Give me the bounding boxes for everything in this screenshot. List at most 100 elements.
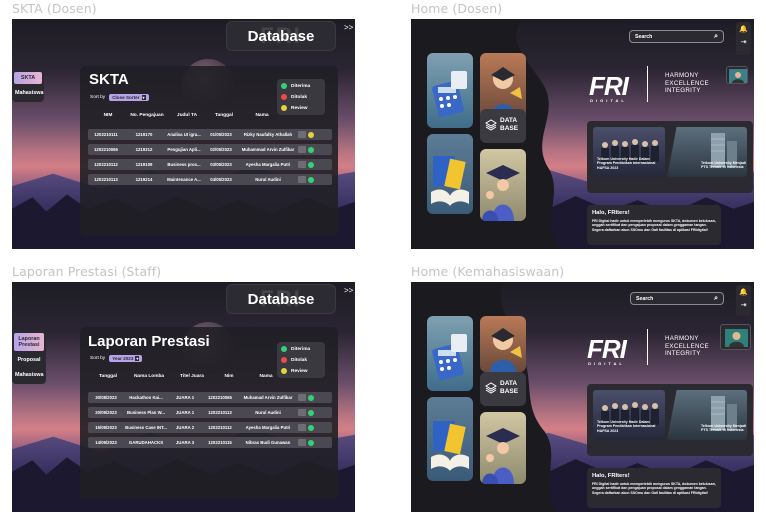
database-header: FRI Database bbox=[226, 21, 336, 51]
sidebar-item-mahasiswa[interactable]: Mahasiswa bbox=[14, 369, 44, 381]
avatar[interactable] bbox=[726, 66, 748, 84]
table-header: NIM No. Pengajuan Judul TA Tanggal Nama bbox=[103, 113, 269, 118]
action-icon[interactable] bbox=[298, 394, 306, 401]
logout-icon[interactable]: ⇥ bbox=[739, 301, 748, 310]
table-row[interactable]: 1202210113 1219214 Maintenance A... 04/05/2… bbox=[88, 174, 332, 185]
status-dot bbox=[308, 394, 314, 401]
search-input[interactable]: Search ⌕ bbox=[630, 292, 724, 305]
table-body: 30/08/2023 Hackathon Kai... JUARA 1 1202210… bbox=[88, 392, 332, 448]
sort-control: Sort by Close Sorter ▾ bbox=[90, 94, 149, 101]
sidebar-item-proposal[interactable]: Proposal bbox=[14, 354, 44, 366]
sidebar: SKTA Mahasiswa bbox=[12, 69, 44, 102]
tile-student[interactable] bbox=[480, 316, 526, 372]
database-icon bbox=[485, 382, 497, 394]
logout-icon[interactable]: ⇥ bbox=[739, 38, 748, 47]
sort-control: Sort by Year 2023 ▾ bbox=[90, 355, 143, 362]
label-skta: SKTA (Dosen) bbox=[12, 1, 97, 16]
fri-logo: FRI DIGITAL bbox=[589, 71, 629, 103]
tile-graduation[interactable] bbox=[480, 149, 526, 221]
tile-books[interactable] bbox=[427, 134, 473, 214]
action-icon[interactable] bbox=[298, 424, 306, 431]
status-dot bbox=[308, 409, 314, 416]
avatar[interactable] bbox=[720, 324, 751, 350]
graduation-icon bbox=[482, 165, 520, 221]
calculator-icon bbox=[432, 71, 467, 118]
student-icon bbox=[490, 328, 522, 372]
home-kema-frame: DATA BASE Search ⌕ 🔔 ⇥ FRI DIGITAL HARMONY E… bbox=[411, 282, 754, 512]
tagline: HARMONY EXCELLENCE INTEGRITY bbox=[665, 72, 709, 94]
legend-ditolak: Ditolak bbox=[281, 357, 321, 363]
sidebar-item-skta[interactable]: SKTA bbox=[14, 72, 42, 84]
bell-icon[interactable]: 🔔 bbox=[739, 25, 748, 34]
table-row[interactable]: 1202210111 1219170 Analisa UI igra... 01/05… bbox=[88, 129, 332, 140]
status-dot bbox=[308, 131, 314, 138]
tile-calculator[interactable] bbox=[427, 53, 473, 128]
tile-graduation[interactable] bbox=[480, 412, 526, 484]
news-caption-1: Telkom University Hadir Dalam Program Pe… bbox=[597, 157, 656, 170]
news-caption-1: Telkom University Hadir Dalam Program Pe… bbox=[597, 420, 656, 433]
right-toolbar: 🔔 ⇥ bbox=[736, 285, 751, 316]
sort-select[interactable]: Year 2023 ▾ bbox=[109, 355, 143, 362]
home-dosen-frame: DATA BASE Search ⌕ 🔔 ⇥ FRI DIGITAL HARMONY E… bbox=[411, 19, 754, 249]
status-dot bbox=[308, 146, 314, 153]
status-legend: Diterima Ditolak Review bbox=[277, 342, 325, 378]
label-home-kema: Home (Kemahasiswaan) bbox=[411, 264, 565, 279]
table-row[interactable]: 20/09/2023 Business Plan W... JUARA 1 12022… bbox=[88, 407, 332, 418]
calculator-icon bbox=[432, 334, 467, 381]
action-icon[interactable] bbox=[298, 146, 306, 153]
sort-select[interactable]: Close Sorter ▾ bbox=[109, 94, 149, 101]
tile-calculator[interactable] bbox=[427, 316, 473, 391]
database-tile[interactable]: DATA BASE bbox=[480, 109, 526, 143]
database-icon bbox=[485, 119, 497, 131]
table-row[interactable]: 1202210112 1219109 Business pros... 03/05/2… bbox=[88, 159, 332, 170]
tagline: HARMONY EXCELLENCE INTEGRITY bbox=[665, 335, 709, 357]
label-laporan: Laporan Prestasi (Staff) bbox=[12, 264, 162, 279]
sidebar-item-laporan[interactable]: Laporan Prestasi bbox=[14, 333, 44, 351]
right-toolbar: 🔔 ⇥ bbox=[736, 22, 751, 55]
search-icon: ⌕ bbox=[714, 294, 718, 302]
news-caption-2: Telkom University Menjadi PTS Terbaik di… bbox=[701, 424, 747, 433]
table-body: 1202210111 1219170 Analisa UI igra... 01/05… bbox=[88, 129, 332, 185]
laporan-frame: FRI Database >> Laporan Prestasi Proposa… bbox=[12, 282, 355, 512]
search-icon: ⌕ bbox=[714, 32, 718, 40]
action-icon[interactable] bbox=[298, 161, 306, 168]
greeting-card: Halo, FRIters! FRI Digital hadir untuk m… bbox=[587, 205, 721, 245]
action-icon[interactable] bbox=[298, 131, 306, 138]
bell-icon[interactable]: 🔔 bbox=[739, 288, 748, 297]
sidebar: Laporan Prestasi Proposal Mahasiswa bbox=[12, 330, 46, 384]
chevron-down-icon: ▾ bbox=[141, 95, 146, 100]
legend-review: Review bbox=[281, 105, 321, 111]
tile-books[interactable] bbox=[427, 397, 473, 481]
table-row[interactable]: 14/09/2023 GARUDAHACKS JUARA 3 1202210115 Ni… bbox=[88, 437, 332, 448]
page-title: Laporan Prestasi bbox=[88, 333, 210, 350]
status-legend: Diterima Ditolak Review bbox=[277, 79, 325, 115]
skta-frame: FRI Database >> SKTA Mahasiswa SKTA Sort… bbox=[12, 19, 355, 249]
page-title: SKTA bbox=[89, 71, 129, 88]
books-icon bbox=[431, 156, 469, 206]
status-dot bbox=[308, 176, 314, 183]
legend-ditolak: Ditolak bbox=[281, 94, 321, 100]
news-caption-2: Telkom University Menjadi PTS Terbaik di… bbox=[701, 161, 747, 170]
legend-diterima: Diterima bbox=[281, 346, 321, 352]
search-input[interactable]: Search ⌕ bbox=[629, 30, 724, 43]
collapse-icon[interactable]: >> bbox=[344, 286, 353, 295]
fri-logo: FRI DIGITAL bbox=[587, 334, 627, 366]
table-row[interactable]: 30/08/2023 Hackathon Kai... JUARA 1 1202210… bbox=[88, 392, 332, 403]
graduation-icon bbox=[482, 428, 520, 484]
action-icon[interactable] bbox=[298, 439, 306, 446]
table-row[interactable]: 15/09/2023 Business Case INT... JUARA 2 120… bbox=[88, 422, 332, 433]
status-dot bbox=[308, 439, 314, 446]
table-row[interactable]: 1202210065 1219312 Pengujian Apli... 02/05/… bbox=[88, 144, 332, 155]
chevron-down-icon: ▾ bbox=[135, 356, 140, 361]
legend-diterima: Diterima bbox=[281, 83, 321, 89]
database-tile[interactable]: DATA BASE bbox=[480, 372, 526, 406]
action-icon[interactable] bbox=[298, 176, 306, 183]
greeting-card: Halo, FRIters! FRI Digital hadir untuk m… bbox=[587, 468, 721, 508]
sidebar-item-mahasiswa[interactable]: Mahasiswa bbox=[14, 87, 43, 99]
collapse-icon[interactable]: >> bbox=[344, 23, 353, 32]
database-header: FRI Database bbox=[226, 284, 336, 314]
action-icon[interactable] bbox=[298, 409, 306, 416]
books-icon bbox=[431, 421, 469, 471]
table-header: Tanggal Nama Lomba Titel Juara Nim Nama bbox=[98, 374, 273, 379]
label-home-dosen: Home (Dosen) bbox=[411, 1, 503, 16]
